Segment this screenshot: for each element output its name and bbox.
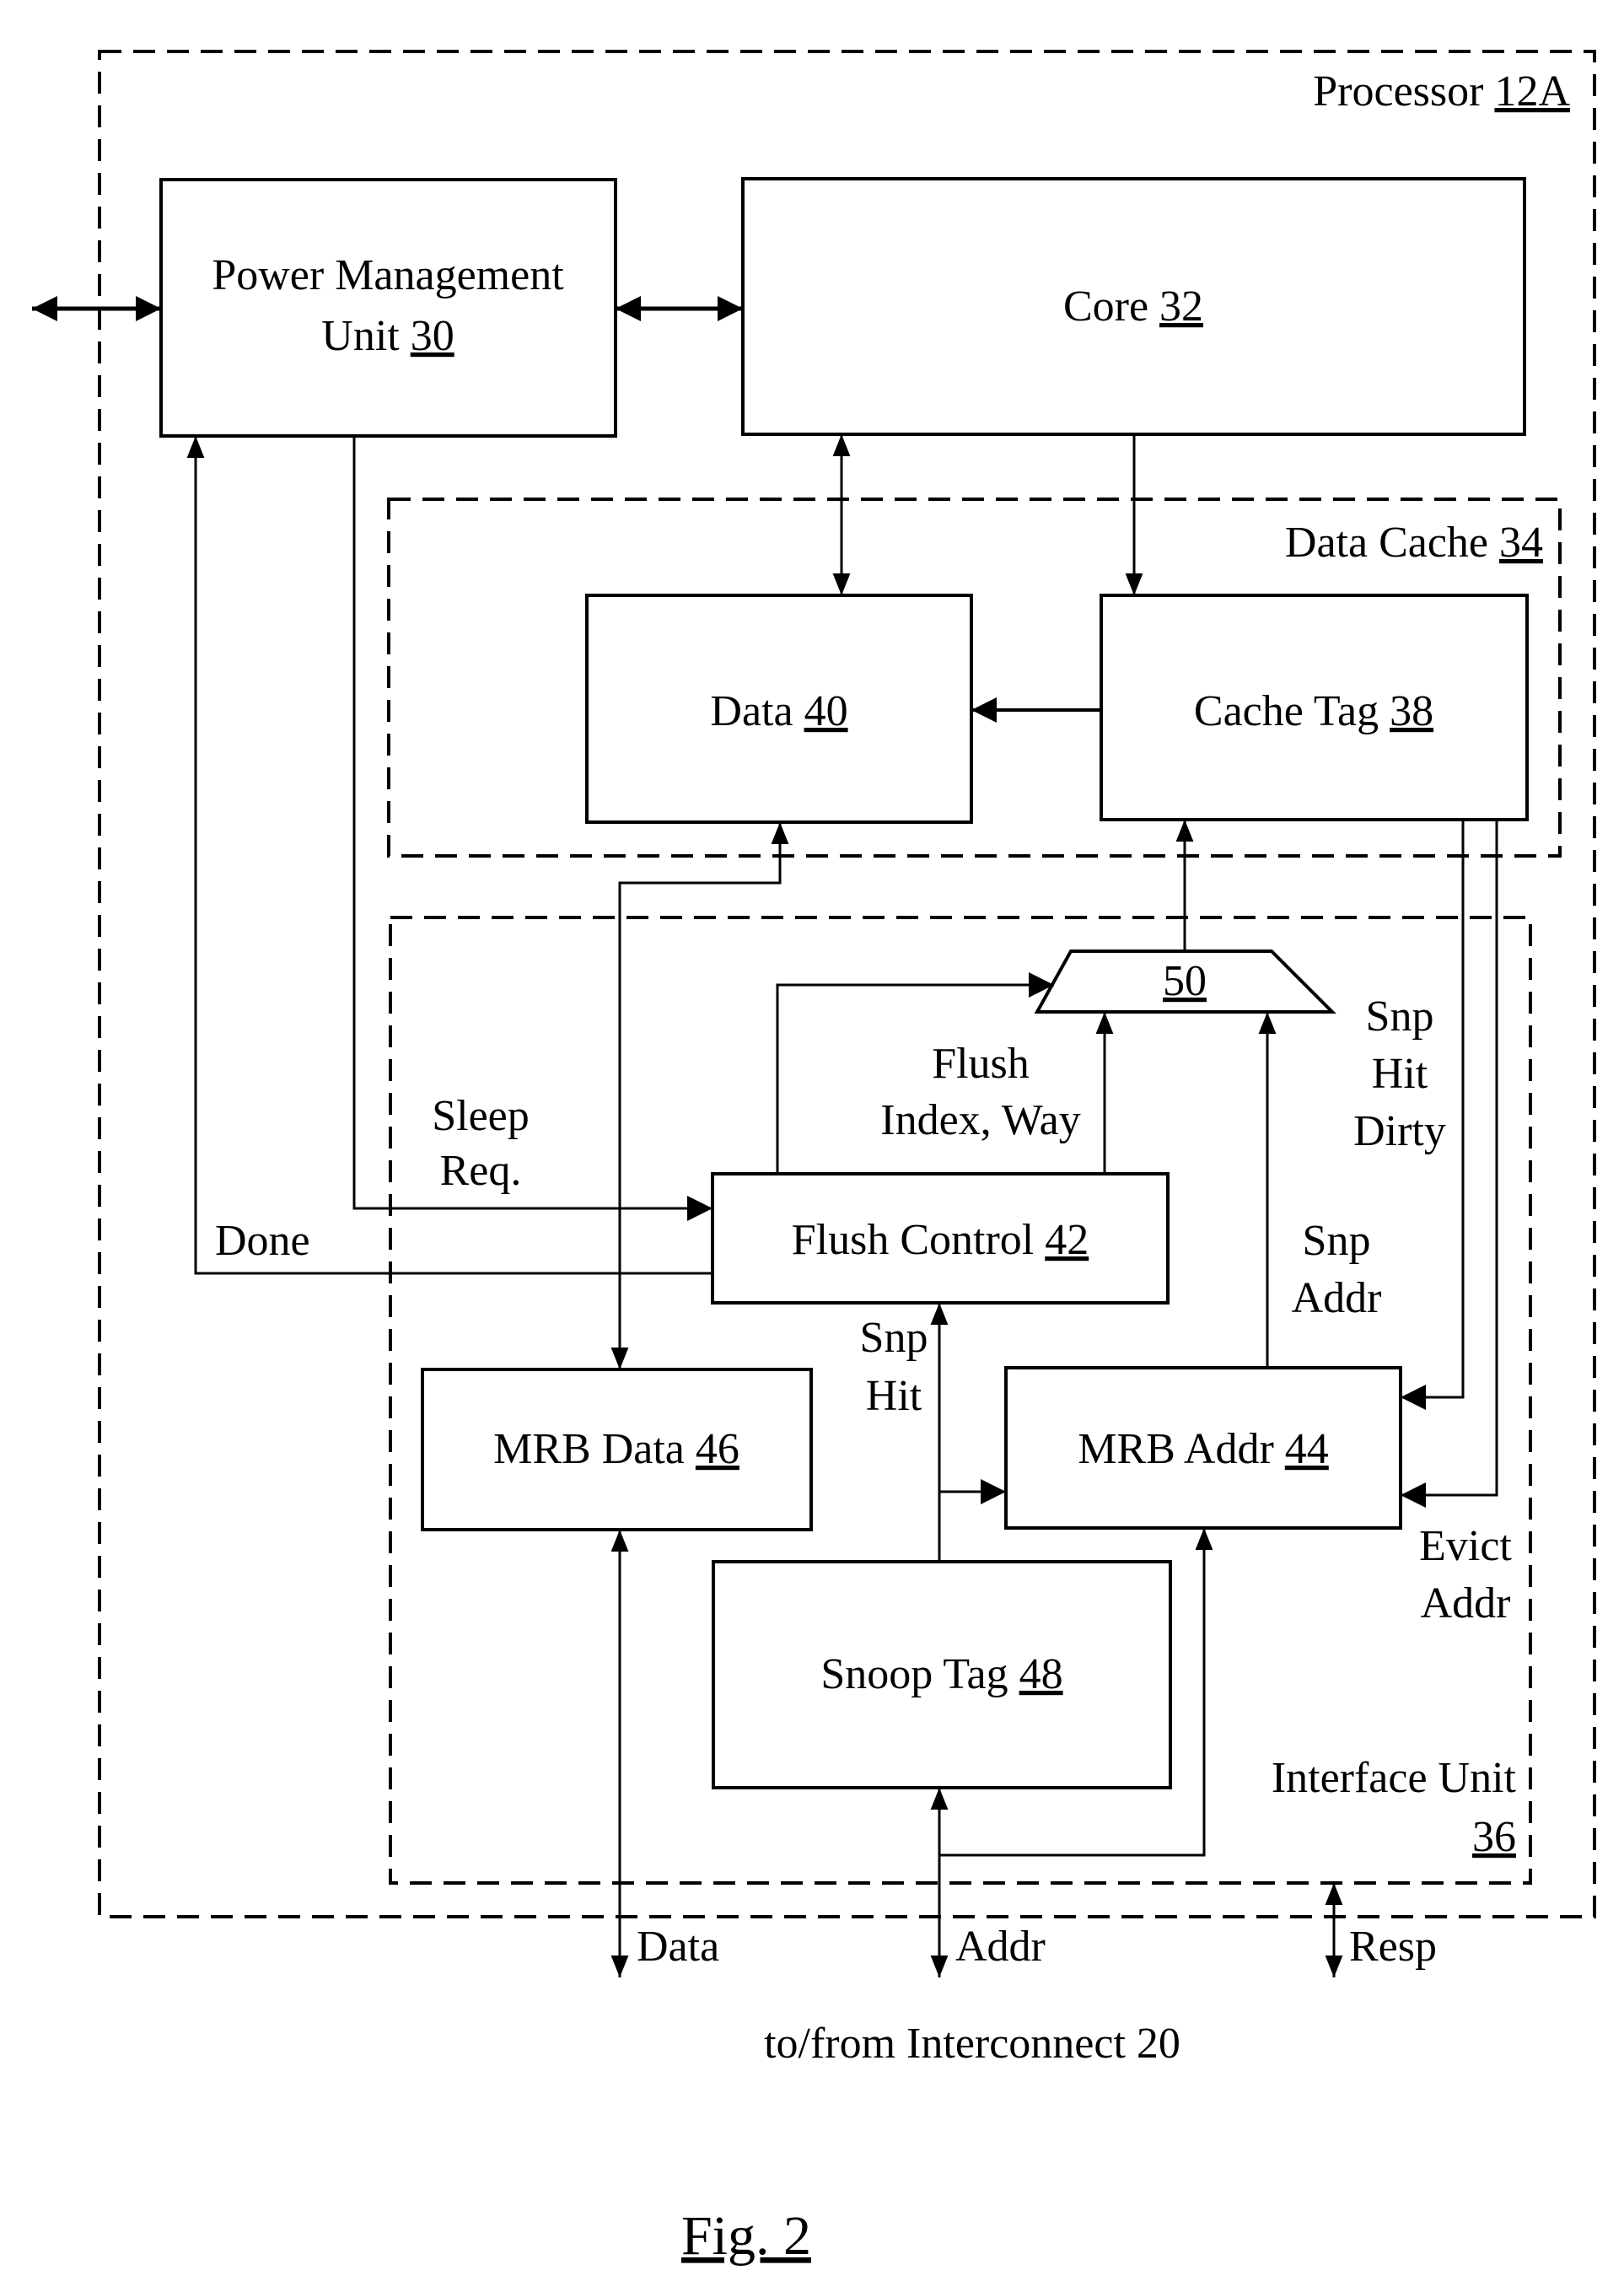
mux-block: 50 [1034, 950, 1336, 1014]
svg-text:MRB Addr 44: MRB Addr 44 [1078, 1425, 1329, 1473]
power-management-unit: Power Management Unit 30 [159, 178, 617, 438]
svg-text:50: 50 [1163, 957, 1207, 1005]
evict-addr-label: Evict [1419, 1522, 1512, 1570]
svg-text:Cache Tag 38: Cache Tag 38 [1194, 687, 1433, 735]
sleep-req-label-2: Req. [440, 1147, 522, 1195]
svg-text:MRB Data 46: MRB Data 46 [493, 1425, 739, 1473]
flush-index-way-label: Index, Way [880, 1096, 1080, 1144]
flush-label: Flush [932, 1040, 1030, 1088]
flush-control-block: Flush Control 42 [711, 1172, 1170, 1305]
snp-addr-label-2: Addr [1292, 1274, 1382, 1322]
snoop-tag-block: Snoop Tag 48 [712, 1560, 1172, 1789]
interface-unit-ref: 36 [1472, 1813, 1516, 1861]
addr-bus-label: Addr [955, 1923, 1046, 1971]
figure-caption: Fig. 2 [681, 2205, 811, 2267]
evict-addr-label-2: Addr [1421, 1579, 1511, 1627]
data-array-block: Data 40 [585, 594, 973, 824]
svg-text:Power Management: Power Management [212, 251, 564, 299]
mrb-addr-block: MRB Addr 44 [1004, 1366, 1402, 1530]
snp-addr-label: Snp [1303, 1217, 1371, 1265]
block-diagram: Processor 12A Data Cache 34 Interface Un… [32, 50, 1596, 2267]
data-bus-label: Data [637, 1923, 719, 1971]
sleep-req-label: Sleep [432, 1092, 530, 1140]
snp-hit-label: Snp [860, 1314, 928, 1362]
done-label: Done [215, 1217, 310, 1265]
resp-bus-label: Resp [1349, 1923, 1437, 1971]
snp-hit-dirty-label-2: Hit [1372, 1050, 1428, 1098]
processor-label: Processor 12A [1313, 67, 1570, 116]
interface-unit-label: Interface Unit [1272, 1754, 1517, 1802]
core-block: Core 32 [741, 177, 1526, 436]
svg-text:Unit 30: Unit 30 [321, 312, 454, 360]
evict-addr-line [1401, 820, 1498, 1508]
snp-hit-label-2: Hit [866, 1372, 922, 1420]
svg-text:Flush Control 42: Flush Control 42 [792, 1216, 1089, 1264]
svg-text:Snoop Tag 48: Snoop Tag 48 [820, 1650, 1062, 1698]
cache-tag-block: Cache Tag 38 [1100, 594, 1529, 821]
svg-text:Data 40: Data 40 [710, 687, 847, 735]
mrb-data-block: MRB Data 46 [421, 1368, 813, 1531]
interconnect-label: to/from Interconnect 20 [764, 2020, 1180, 2068]
snp-hit-dirty-label: Snp [1366, 993, 1434, 1041]
svg-text:Core 32: Core 32 [1063, 282, 1203, 331]
snp-hit-dirty-label-3: Dirty [1353, 1107, 1446, 1155]
data-cache-label: Data Cache 34 [1285, 519, 1543, 567]
